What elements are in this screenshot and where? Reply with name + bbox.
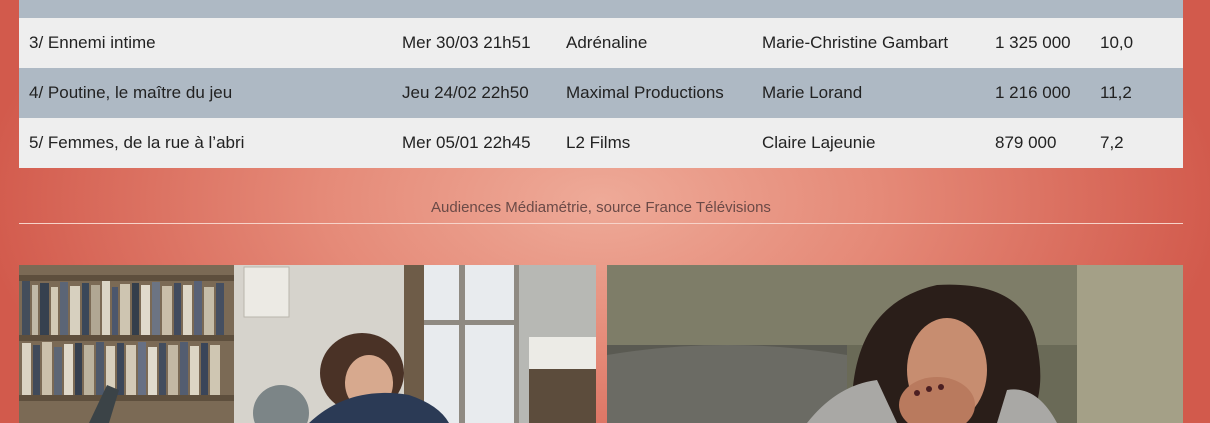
divider: [19, 223, 1183, 224]
cell-director: Marie Lorand: [762, 83, 863, 102]
photo-woman-at-desk: [19, 265, 596, 423]
photo-woman-crying: [607, 265, 1183, 423]
table-row: 3/ Ennemi intime Mer 30/03 21h51 Adrénal…: [19, 18, 1183, 68]
cell-date: Mer 05/01 22h45: [402, 133, 531, 152]
cell-title: 5/ Femmes, de la rue à l’abri: [29, 133, 245, 152]
photo-woman-at-desk-illustration: [19, 265, 596, 423]
cell-title: 3/ Ennemi intime: [29, 33, 156, 52]
cell-date: Mer 30/03 21h51: [402, 33, 531, 52]
table-row: 5/ Femmes, de la rue à l’abri Mer 05/01 …: [19, 118, 1183, 168]
cell-share: 11,2: [1100, 83, 1132, 102]
cell-audience: 1 325 000: [995, 33, 1071, 52]
cell-producer: Maximal Productions: [566, 83, 724, 102]
cell-audience: 879 000: [995, 133, 1057, 152]
cell-producer: Adrénaline: [566, 33, 648, 52]
cell-share: 7,2: [1100, 133, 1124, 152]
cell-director: Marie-Christine Gambart: [762, 33, 949, 52]
cell-share: 10,0: [1100, 33, 1134, 52]
audience-table: 3/ Ennemi intime Mer 30/03 21h51 Adrénal…: [19, 0, 1183, 168]
table-row-partial: [19, 0, 1183, 18]
source-caption: Audiences Médiamétrie, source France Tél…: [431, 199, 771, 216]
cell-director: Claire Lajeunie: [762, 133, 876, 152]
photo-woman-crying-illustration: [607, 265, 1183, 423]
cell-audience: 1 216 000: [995, 83, 1071, 102]
cell-producer: L2 Films: [566, 133, 631, 152]
cell-date: Jeu 24/02 22h50: [402, 83, 529, 102]
cell-title: 4/ Poutine, le maître du jeu: [29, 83, 233, 102]
table-row: 4/ Poutine, le maître du jeu Jeu 24/02 2…: [19, 68, 1183, 118]
